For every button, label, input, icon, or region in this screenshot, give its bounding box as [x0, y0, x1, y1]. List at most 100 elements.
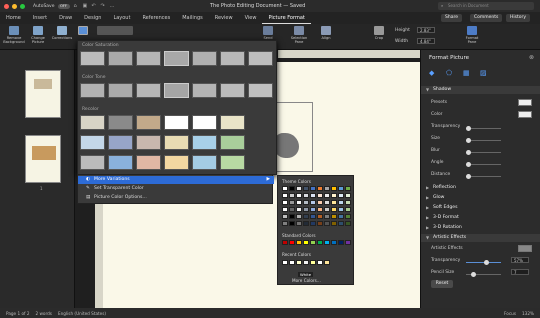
- recolor-swatch[interactable]: [220, 115, 245, 130]
- size-slider[interactable]: [466, 138, 501, 143]
- pencil-size-slider[interactable]: [466, 272, 501, 277]
- tone-swatch[interactable]: [80, 83, 105, 98]
- theme-color-swatch[interactable]: [289, 207, 295, 212]
- theme-color-swatch[interactable]: [282, 221, 288, 226]
- theme-color-swatch[interactable]: [282, 200, 288, 205]
- theme-color-swatch[interactable]: [289, 221, 295, 226]
- theme-color-swatch[interactable]: [296, 186, 302, 191]
- standard-color-swatch[interactable]: [324, 240, 330, 245]
- recolor-swatch[interactable]: [192, 135, 217, 150]
- recolor-swatch[interactable]: [220, 135, 245, 150]
- theme-color-swatch[interactable]: [289, 193, 295, 198]
- standard-color-swatch[interactable]: [317, 240, 323, 245]
- saturation-swatch[interactable]: [164, 51, 189, 66]
- theme-color-swatch[interactable]: [331, 221, 337, 226]
- theme-color-swatch[interactable]: [303, 214, 309, 219]
- search-input[interactable]: Search in Document: [438, 2, 534, 10]
- tone-swatch[interactable]: [248, 83, 273, 98]
- tone-swatch[interactable]: [108, 83, 133, 98]
- recolor-swatch[interactable]: [136, 155, 161, 170]
- recolor-swatch[interactable]: [192, 115, 217, 130]
- theme-color-swatch[interactable]: [338, 186, 344, 191]
- slider-knob[interactable]: [466, 174, 471, 179]
- theme-color-swatch[interactable]: [324, 214, 330, 219]
- page-thumbnail-1[interactable]: [25, 70, 61, 118]
- theme-color-swatch[interactable]: [317, 221, 323, 226]
- tab-design[interactable]: Design: [78, 12, 107, 24]
- recolor-swatch[interactable]: [108, 115, 133, 130]
- theme-color-swatch[interactable]: [282, 186, 288, 191]
- recolor-swatch[interactable]: [192, 155, 217, 170]
- history-button[interactable]: History: [506, 14, 531, 22]
- theme-color-swatch[interactable]: [289, 200, 295, 205]
- standard-color-swatch[interactable]: [345, 240, 351, 245]
- theme-color-swatch[interactable]: [303, 186, 309, 191]
- theme-color-swatch[interactable]: [289, 186, 295, 191]
- ae-transparency-field[interactable]: 57%: [511, 257, 529, 263]
- align-button[interactable]: Align: [316, 26, 336, 40]
- recolor-swatch[interactable]: [220, 155, 245, 170]
- theme-color-swatch[interactable]: [303, 200, 309, 205]
- theme-color-swatch[interactable]: [317, 207, 323, 212]
- distance-slider[interactable]: [466, 174, 501, 179]
- redo-icon[interactable]: ↷: [101, 3, 106, 9]
- tab-picture-format[interactable]: Picture Format: [262, 12, 311, 24]
- tab-references[interactable]: References: [136, 12, 176, 24]
- page-thumbnail-2[interactable]: [25, 135, 61, 183]
- theme-color-swatch[interactable]: [310, 200, 316, 205]
- home-icon[interactable]: ⌂: [74, 3, 79, 9]
- recolor-swatch[interactable]: [136, 115, 161, 130]
- theme-color-swatch[interactable]: [331, 193, 337, 198]
- theme-color-swatch[interactable]: [324, 193, 330, 198]
- artistic-effects-section[interactable]: Artistic Effects: [421, 234, 540, 242]
- selection-pane-button[interactable]: Selection Pane: [286, 26, 312, 44]
- theme-color-swatch[interactable]: [338, 193, 344, 198]
- layout-properties-icon[interactable]: ▦: [463, 70, 470, 77]
- ae-transparency-slider[interactable]: [466, 260, 501, 265]
- recent-color-swatch[interactable]: [324, 260, 330, 265]
- theme-color-swatch[interactable]: [338, 221, 344, 226]
- theme-color-swatch[interactable]: [310, 193, 316, 198]
- recolor-swatch[interactable]: [164, 135, 189, 150]
- tab-layout[interactable]: Layout: [107, 12, 136, 24]
- theme-color-swatch[interactable]: [324, 207, 330, 212]
- theme-color-swatch[interactable]: [296, 207, 302, 212]
- recolor-swatch[interactable]: [108, 135, 133, 150]
- recolor-swatch[interactable]: [136, 135, 161, 150]
- 3d-rotation-section[interactable]: 3-D Rotation: [421, 224, 540, 232]
- theme-color-swatch[interactable]: [345, 221, 351, 226]
- glow-section[interactable]: Glow: [421, 194, 540, 202]
- recent-color-swatch[interactable]: [296, 260, 302, 265]
- tab-view[interactable]: View: [239, 12, 263, 24]
- theme-color-swatch[interactable]: [331, 200, 337, 205]
- more-colors-item[interactable]: More Colors...: [292, 278, 321, 283]
- saturation-swatch[interactable]: [80, 51, 105, 66]
- theme-color-swatch[interactable]: [296, 193, 302, 198]
- slider-knob[interactable]: [466, 162, 471, 167]
- standard-color-swatch[interactable]: [338, 240, 344, 245]
- theme-color-swatch[interactable]: [282, 193, 288, 198]
- recolor-swatch[interactable]: [164, 155, 189, 170]
- saturation-swatch[interactable]: [136, 51, 161, 66]
- comments-button[interactable]: Comments: [470, 14, 503, 22]
- theme-color-swatch[interactable]: [324, 200, 330, 205]
- more-icon[interactable]: …: [110, 3, 115, 9]
- tone-swatch[interactable]: [192, 83, 217, 98]
- picture-icon[interactable]: ▨: [480, 70, 487, 77]
- recolor-swatch[interactable]: [80, 115, 105, 130]
- effects-icon[interactable]: ⬠: [446, 70, 453, 77]
- recolor-swatch[interactable]: [80, 135, 105, 150]
- artistic-effects-dropdown[interactable]: [518, 245, 532, 252]
- angle-slider[interactable]: [466, 162, 501, 167]
- theme-color-swatch[interactable]: [338, 214, 344, 219]
- save-icon[interactable]: ▣: [83, 3, 88, 9]
- picture-color-options-item[interactable]: ▤ Picture Color Options...: [78, 194, 274, 202]
- theme-color-swatch[interactable]: [338, 207, 344, 212]
- theme-color-swatch[interactable]: [282, 207, 288, 212]
- remove-background-button[interactable]: Remove Background: [3, 26, 25, 44]
- theme-color-swatch[interactable]: [303, 193, 309, 198]
- theme-color-swatch[interactable]: [345, 207, 351, 212]
- blur-slider[interactable]: [466, 150, 501, 155]
- theme-color-swatch[interactable]: [303, 221, 309, 226]
- theme-color-swatch[interactable]: [317, 193, 323, 198]
